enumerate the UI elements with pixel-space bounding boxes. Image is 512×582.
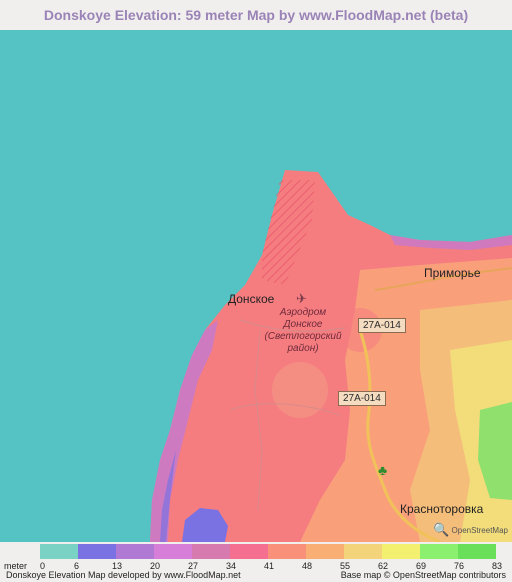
legend-swatch — [268, 544, 306, 559]
place-label-primorye: Приморье — [424, 266, 481, 280]
osm-attribution[interactable]: 🔍 OpenStreetMap — [433, 522, 508, 538]
osm-logo-text: OpenStreetMap — [451, 525, 508, 535]
footer: Donskoye Elevation Map developed by www.… — [0, 570, 512, 582]
legend-swatch — [306, 544, 344, 559]
legend-swatch — [420, 544, 458, 559]
legend-swatch — [116, 544, 154, 559]
legend-swatch — [192, 544, 230, 559]
monument-icon: ♣ — [378, 462, 388, 478]
page-title: Donskoye Elevation: 59 meter Map by www.… — [43, 7, 469, 23]
legend-swatch — [382, 544, 420, 559]
legend-swatch — [40, 544, 78, 559]
elevation-map[interactable]: Донское Приморье Красноторовка ✈ Аэродро… — [0, 30, 512, 542]
map-canvas — [0, 30, 512, 542]
road-label: 27A-014 — [358, 318, 406, 333]
airport-label-line: Аэродром — [279, 307, 327, 318]
footer-credit[interactable]: Donskoye Elevation Map developed by www.… — [6, 570, 241, 580]
airport-label-line: район) — [287, 343, 319, 354]
legend-swatch — [344, 544, 382, 559]
airport-label-line: (Светлогорский — [264, 331, 342, 342]
search-icon: 🔍 — [433, 522, 450, 537]
road-label: 27A-014 — [338, 391, 386, 406]
airport-label: Аэродром Донское (Светлогорский район) — [262, 307, 344, 355]
footer-basemap-credit[interactable]: Base map © OpenStreetMap contributors — [341, 570, 506, 580]
airport-icon: ✈ — [296, 291, 307, 306]
legend-bar — [40, 544, 496, 559]
airport-label-line: Донское — [283, 319, 323, 330]
legend-swatch — [154, 544, 192, 559]
legend-swatch — [458, 544, 496, 559]
place-label-krasnotorovka: Красноторовка — [400, 502, 484, 516]
legend-swatch — [78, 544, 116, 559]
place-label-donskoye: Донское — [228, 292, 275, 306]
legend-swatch — [230, 544, 268, 559]
